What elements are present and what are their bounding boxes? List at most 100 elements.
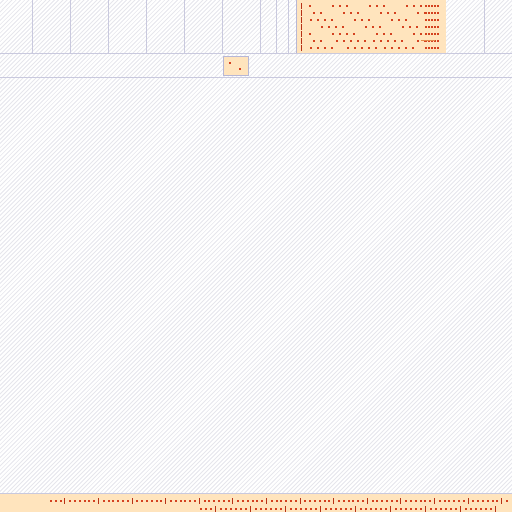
diamond-marker-icon bbox=[331, 19, 333, 21]
diamond-marker-icon bbox=[376, 500, 378, 502]
diamond-marker-icon bbox=[396, 500, 398, 502]
diamond-marker-icon bbox=[405, 47, 407, 49]
diamond-marker-icon bbox=[146, 500, 148, 502]
diamond-marker-icon bbox=[428, 5, 430, 7]
strip-row-1 bbox=[0, 498, 512, 504]
diamond-marker-icon bbox=[431, 33, 433, 35]
diamond-marker-icon bbox=[477, 500, 479, 502]
diamond-marker-icon bbox=[255, 508, 257, 510]
panel-row-1 bbox=[301, 3, 441, 9]
diamond-marker-icon bbox=[472, 500, 474, 502]
diamond-marker-icon bbox=[501, 498, 502, 504]
diamond-marker-icon bbox=[204, 500, 206, 502]
diamond-marker-icon bbox=[160, 500, 162, 502]
diamond-marker-icon bbox=[315, 508, 317, 510]
diamond-marker-icon bbox=[496, 500, 498, 502]
diamond-marker-icon bbox=[325, 508, 327, 510]
diamond-marker-icon bbox=[434, 47, 436, 49]
diamond-marker-icon bbox=[314, 500, 316, 502]
diamond-marker-icon bbox=[376, 5, 378, 7]
band-bottom-line bbox=[0, 77, 512, 78]
diamond-marker-icon bbox=[434, 5, 436, 7]
diamond-marker-icon bbox=[69, 500, 71, 502]
diamond-marker-icon bbox=[434, 26, 436, 28]
diamond-marker-icon bbox=[93, 500, 95, 502]
diamond-marker-icon bbox=[235, 508, 237, 510]
diamond-marker-icon bbox=[458, 500, 460, 502]
diamond-marker-icon bbox=[413, 5, 415, 7]
diamond-marker-icon bbox=[385, 508, 387, 510]
grid-column-line bbox=[184, 0, 185, 53]
diamond-marker-icon bbox=[256, 500, 258, 502]
diamond-marker-icon bbox=[328, 26, 330, 28]
diamond-marker-icon bbox=[395, 508, 397, 510]
diamond-marker-icon bbox=[373, 40, 375, 42]
diamond-marker-icon bbox=[463, 500, 465, 502]
diamond-marker-icon bbox=[405, 19, 407, 21]
bottom-marker-strip bbox=[0, 493, 512, 512]
diamond-marker-icon bbox=[280, 500, 282, 502]
diamond-marker-icon bbox=[300, 508, 302, 510]
diamond-marker-icon bbox=[428, 19, 430, 21]
diamond-marker-icon bbox=[417, 12, 419, 14]
diamond-marker-icon bbox=[310, 47, 312, 49]
diamond-marker-icon bbox=[420, 33, 422, 35]
diamond-marker-icon bbox=[369, 5, 371, 7]
diamond-marker-icon bbox=[453, 500, 455, 502]
grid-column-line bbox=[276, 0, 277, 53]
diamond-marker-icon bbox=[368, 47, 370, 49]
diamond-marker-icon bbox=[309, 500, 311, 502]
grid-column-line bbox=[288, 0, 289, 53]
diamond-marker-icon bbox=[390, 506, 391, 512]
diamond-marker-icon bbox=[84, 500, 86, 502]
diamond-marker-icon bbox=[401, 40, 403, 42]
diamond-marker-icon bbox=[365, 26, 367, 28]
diamond-marker-icon bbox=[301, 45, 302, 51]
diamond-marker-icon bbox=[383, 5, 385, 7]
diamond-marker-icon bbox=[350, 12, 352, 14]
diamond-marker-icon bbox=[324, 47, 326, 49]
diamond-marker-icon bbox=[394, 12, 396, 14]
diamond-marker-icon bbox=[64, 498, 65, 504]
diamond-marker-icon bbox=[151, 500, 153, 502]
panel-row-2 bbox=[301, 10, 441, 16]
diamond-marker-icon bbox=[376, 33, 378, 35]
diamond-marker-icon bbox=[362, 500, 364, 502]
diamond-marker-icon bbox=[364, 40, 366, 42]
diamond-marker-icon bbox=[220, 508, 222, 510]
diamond-marker-icon bbox=[223, 500, 225, 502]
mini-marker-widget[interactable] bbox=[223, 56, 249, 76]
diamond-marker-icon bbox=[487, 500, 489, 502]
diamond-marker-icon bbox=[331, 47, 333, 49]
diamond-marker-icon bbox=[383, 33, 385, 35]
diamond-marker-icon bbox=[305, 508, 307, 510]
diamond-marker-icon bbox=[431, 47, 433, 49]
grid-column-line bbox=[108, 0, 109, 53]
diamond-marker-icon bbox=[156, 500, 158, 502]
diamond-marker-icon bbox=[218, 500, 220, 502]
diamond-marker-icon bbox=[295, 500, 297, 502]
panel-left-rail bbox=[296, 0, 297, 53]
diamond-marker-icon bbox=[425, 47, 427, 49]
diamond-marker-icon bbox=[357, 40, 359, 42]
diamond-marker-icon bbox=[480, 508, 482, 510]
diamond-marker-icon bbox=[482, 500, 484, 502]
panel-row-6 bbox=[301, 38, 441, 44]
diamond-marker-icon bbox=[406, 5, 408, 7]
diamond-marker-icon bbox=[410, 508, 412, 510]
diamond-marker-icon bbox=[228, 500, 230, 502]
diamond-marker-icon bbox=[416, 26, 418, 28]
panel-row-7 bbox=[301, 45, 441, 51]
diamond-marker-icon bbox=[60, 500, 62, 502]
diamond-marker-icon bbox=[237, 500, 239, 502]
diamond-marker-icon bbox=[428, 26, 430, 28]
diamond-marker-icon bbox=[252, 500, 254, 502]
diamond-marker-icon bbox=[437, 5, 439, 7]
diamond-marker-icon bbox=[275, 508, 277, 510]
diamond-marker-icon bbox=[470, 508, 472, 510]
diamond-marker-icon bbox=[321, 26, 323, 28]
diamond-marker-icon bbox=[215, 506, 216, 512]
diamond-marker-icon bbox=[450, 508, 452, 510]
diamond-marker-icon bbox=[260, 508, 262, 510]
grid-column-line bbox=[32, 0, 33, 53]
